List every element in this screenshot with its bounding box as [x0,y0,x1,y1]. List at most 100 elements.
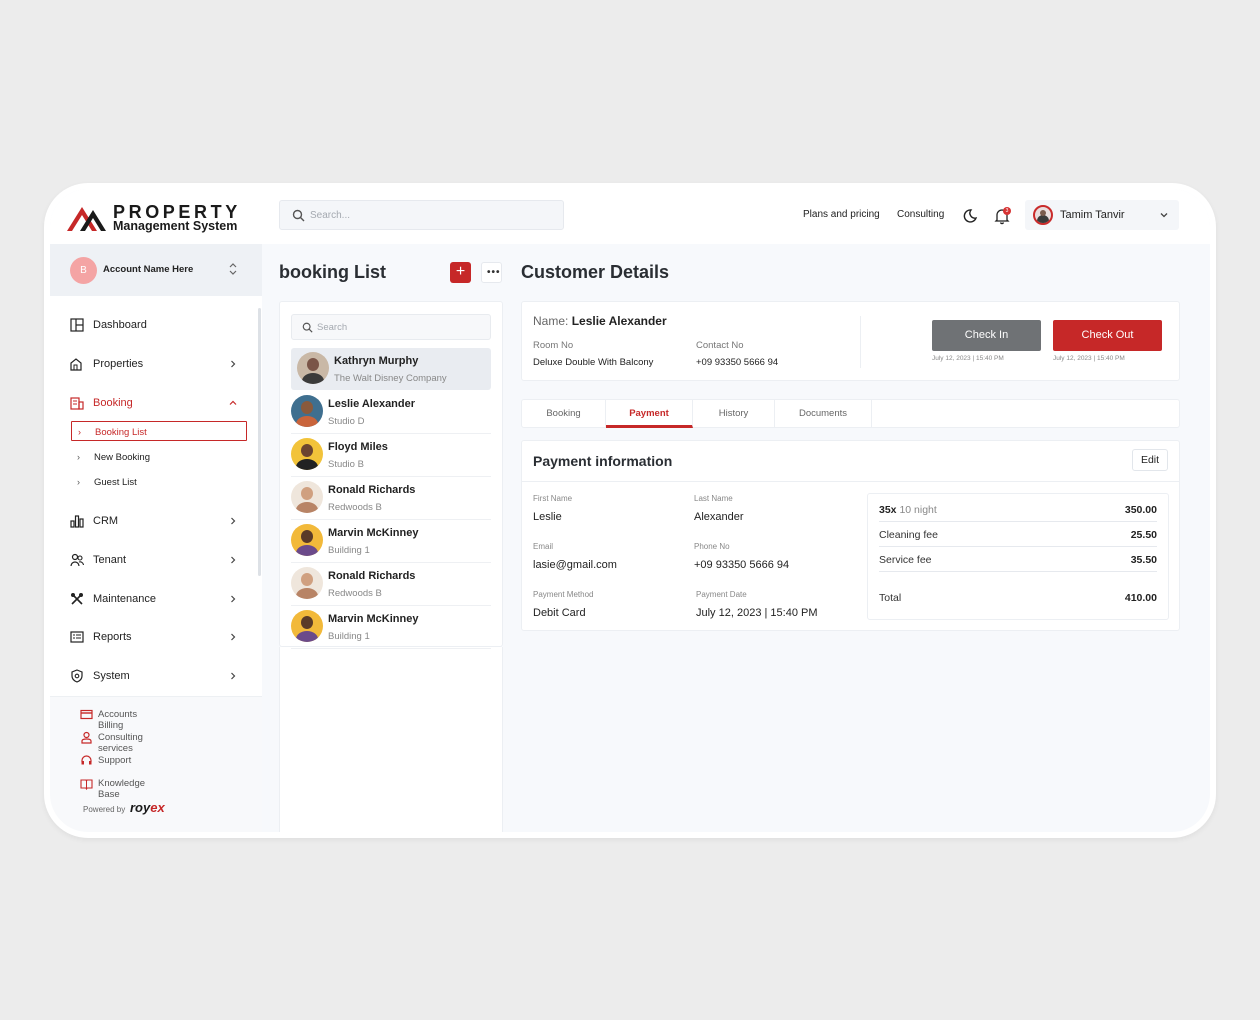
notification-badge: 3 [1003,207,1011,215]
avatar [291,567,323,599]
chevron-right-icon [231,633,236,641]
avatar-face [301,487,313,500]
avatar-body [296,545,318,556]
name-value: Leslie Alexander [571,314,667,328]
avatar-face [301,616,313,629]
chevron-up-icon [229,400,237,405]
contact-label: Contact No [696,340,744,351]
account-name: Account Name Here [103,264,194,275]
sidebar-item-dashboard[interactable]: Dashboard [70,314,240,336]
util-label: Knowledge Base [98,778,146,800]
maintenance-icon [71,593,83,605]
person-company: The Walt Disney Company [334,373,447,384]
booking-list-item[interactable]: Marvin McKinney Building 1 [291,520,491,563]
avatar-body [302,373,324,384]
logo-mark-icon [67,207,106,231]
summary-row-service: Service fee 35.50 [879,550,1157,572]
search-icon [302,322,313,333]
summary-value: 35.50 [1130,554,1157,566]
summary-label: Cleaning fee [879,529,938,541]
tab-payment[interactable]: Payment [606,400,693,428]
check-in-time: July 12, 2023 | 15:40 PM [932,355,1004,362]
avatar [297,352,329,384]
sidebar-item-label: Maintenance [93,593,156,605]
util-label: Accounts Billing [98,709,138,731]
plans-pricing-link[interactable]: Plans and pricing [803,209,880,220]
divider [860,316,861,368]
booking-list-item[interactable]: Ronald Richards Redwoods B [291,563,491,606]
avatar-face [301,573,313,586]
person-company: Studio D [328,416,365,427]
app-logo[interactable]: PROPERTY Management System [66,202,256,234]
global-search [279,200,564,230]
sidebar-scrollbar[interactable] [258,308,261,576]
royex-logo[interactable]: royex [130,800,165,815]
first-name-value: Leslie [533,511,562,523]
avatar-body [296,502,318,513]
edit-button[interactable]: Edit [1132,449,1168,471]
sidebar-item-system[interactable]: System [70,665,240,687]
chevron-right-icon [231,556,236,564]
check-in-button[interactable]: Check In [932,320,1041,351]
avatar [291,524,323,556]
sidebar-item-label: Dashboard [93,319,147,331]
system-icon [71,669,83,683]
user-menu[interactable]: Tamim Tanvir [1025,200,1179,230]
account-avatar: B [70,257,97,284]
check-out-button[interactable]: Check Out [1053,320,1162,351]
summary-row-nights: 35x 10 night 350.00 [879,500,1157,522]
util-label: Support [98,755,132,766]
total-label: Total [879,592,902,604]
summary-label: 35x 10 night [879,504,937,516]
person-name: Ronald Richards [328,484,416,496]
tab-booking[interactable]: Booking [522,400,606,428]
sidebar-subitem-booking-list[interactable]: › Booking List [71,421,247,441]
avatar-body [296,631,318,642]
divider [522,481,1179,482]
consulting-link[interactable]: Consulting [897,209,944,220]
booking-list-item[interactable]: Floyd Miles Studio B [291,434,491,477]
summary-row-total: Total 410.00 [879,588,1157,610]
sidebar-subitem-new-booking[interactable]: › New Booking [71,447,247,467]
person-company: Building 1 [328,631,370,642]
avatar-face [301,401,313,414]
sidebar-item-booking[interactable]: Booking [70,392,240,414]
avatar-face [301,444,313,457]
booking-list-item[interactable]: Marvin McKinney Building 1 [291,606,491,649]
crm-icon [70,515,84,528]
notifications-button[interactable]: 3 [993,207,1011,225]
moon-icon[interactable] [962,208,978,224]
summary-value: 25.50 [1130,529,1157,541]
tab-history[interactable]: History [693,400,775,428]
person-name: Floyd Miles [328,441,388,453]
booking-list-item[interactable]: Ronald Richards Redwoods B [291,477,491,520]
avatar-face [307,358,319,371]
device-frame: PROPERTY Management System Plans and pri… [44,183,1216,838]
subitem-label: Guest List [94,477,137,488]
payment-date-label: Payment Date [696,590,747,599]
add-booking-button[interactable]: + [450,262,471,283]
person-company: Building 1 [328,545,370,556]
sidebar-utilities: Accounts Billing Consulting services Sup… [50,696,262,832]
sidebar-item-properties[interactable]: Properties [70,353,240,375]
chevron-right-icon [231,672,236,680]
summary-row-cleaning: Cleaning fee 25.50 [879,525,1157,547]
sidebar-item-reports[interactable]: Reports [70,626,240,648]
sidebar-item-crm[interactable]: CRM [70,510,240,532]
sidebar-item-tenant[interactable]: Tenant [70,549,240,571]
phone-value: +09 93350 5666 94 [694,559,790,571]
account-switcher[interactable]: B Account Name Here [50,244,262,296]
sidebar-subitem-guest-list[interactable]: › Guest List [71,472,247,492]
sidebar-item-label: CRM [93,515,119,527]
global-search-input[interactable] [310,206,550,224]
chevron-right-icon: › [77,477,80,487]
booking-list-item[interactable]: Leslie Alexander Studio D [291,391,491,434]
booking-list-item[interactable]: Kathryn Murphy The Walt Disney Company [291,348,491,390]
more-options-button[interactable]: ••• [481,262,502,283]
chevron-right-icon [231,517,236,525]
first-name-label: First Name [533,494,573,503]
booking-search-input[interactable] [317,320,482,335]
dashboard-icon [70,318,84,332]
sidebar-item-maintenance[interactable]: Maintenance [70,588,240,610]
tab-documents[interactable]: Documents [775,400,872,428]
